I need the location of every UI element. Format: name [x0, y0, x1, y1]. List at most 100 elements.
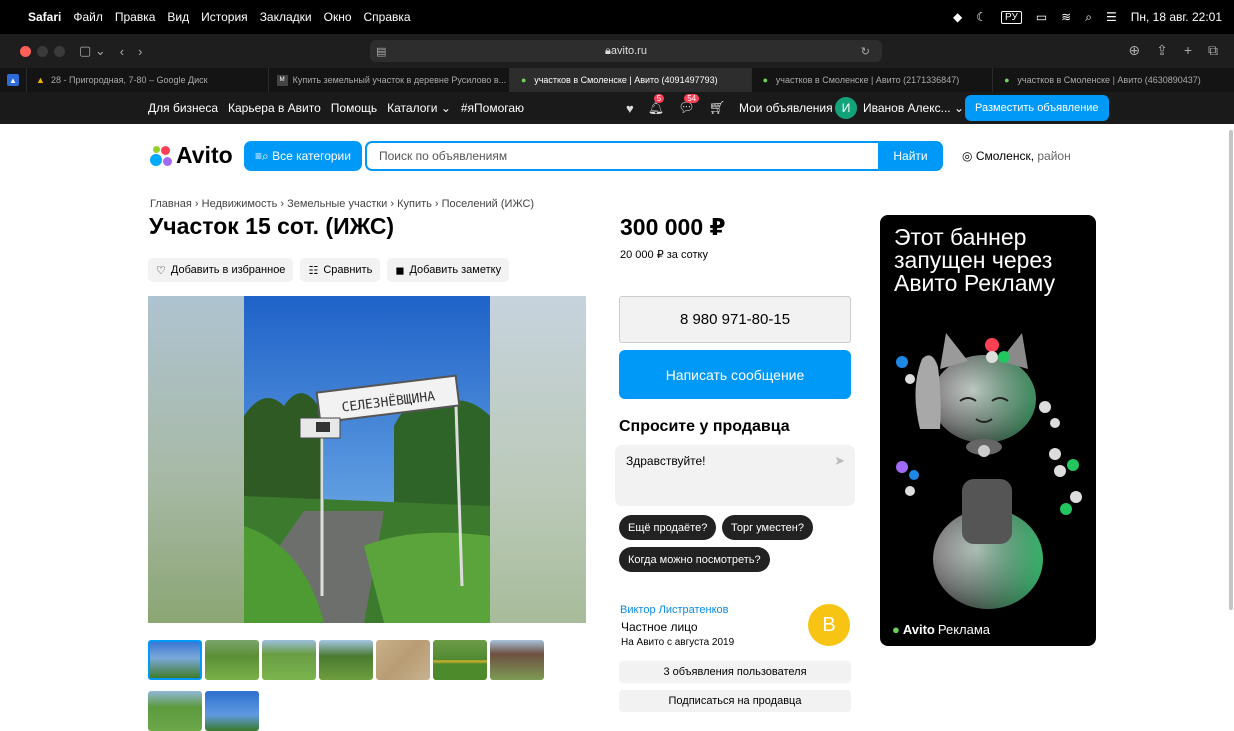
favorites-heart-icon[interactable]: ♥: [626, 101, 634, 116]
seller-ads-button[interactable]: 3 объявления пользователя: [619, 661, 851, 683]
page-scrollbar[interactable]: [1228, 124, 1234, 731]
new-tab-icon[interactable]: +: [1184, 42, 1192, 59]
thumbnail[interactable]: [205, 640, 259, 680]
photo-gallery[interactable]: СЕЛЕЗНЁВЩИНА: [148, 296, 586, 623]
messages-icon[interactable]: 💬︎ 54: [678, 94, 700, 116]
moon-icon[interactable]: ☾: [976, 10, 987, 24]
write-message-button[interactable]: Написать сообщение: [619, 350, 851, 399]
listing-price: 300 000 ₽: [620, 214, 726, 240]
link-business[interactable]: Для бизнеса: [148, 101, 218, 115]
minimize-window-button[interactable]: [37, 45, 48, 57]
listing-title: Участок 15 сот. (ИЖС): [149, 213, 395, 239]
page-menu-icon[interactable]: ▤: [376, 45, 386, 58]
menu-edit[interactable]: Правка: [115, 10, 156, 24]
back-icon[interactable]: ‹: [120, 44, 124, 59]
user-menu[interactable]: И Иванов Алекс... ⌄: [835, 97, 964, 119]
notifications-bell-icon[interactable]: 🔔︎ 5: [648, 94, 664, 116]
subscribe-seller-button[interactable]: Подписаться на продавца: [619, 690, 851, 712]
quick-question-chip[interactable]: Ещё продаёте?: [619, 515, 717, 540]
link-help[interactable]: Помощь: [331, 101, 377, 115]
add-note-button[interactable]: ◼ Добавить заметку: [387, 258, 510, 282]
main-photo[interactable]: СЕЛЕЗНЁВЩИНА: [244, 296, 490, 623]
site-favicon-icon: M: [276, 74, 288, 86]
send-arrow-icon[interactable]: ➤: [834, 453, 845, 469]
input-language-badge[interactable]: РУ: [1001, 10, 1022, 24]
menu-app-name[interactable]: Safari: [28, 10, 61, 24]
post-ad-button[interactable]: Разместить объявление: [965, 95, 1109, 121]
control-icon[interactable]: ◆: [953, 10, 962, 24]
scrollbar-thumb[interactable]: [1229, 130, 1233, 610]
search-placeholder: Поиск по объявлениям: [379, 149, 508, 163]
thumbnail[interactable]: [148, 691, 202, 731]
price-per-sotka: 20 000 ₽ за сотку: [620, 249, 708, 261]
seller-name-link[interactable]: Виктор Листратенков: [620, 604, 729, 616]
menu-help[interactable]: Справка: [364, 10, 411, 24]
zoom-window-button[interactable]: [54, 45, 65, 57]
thumbnail[interactable]: [262, 640, 316, 680]
tab-overview-icon[interactable]: ⧉: [1208, 42, 1218, 59]
ask-seller-draft: Здравствуйте!: [626, 454, 706, 468]
reload-icon[interactable]: ↻: [861, 45, 870, 58]
link-ya-pomogayu[interactable]: #яПомогаю: [461, 101, 524, 115]
share-icon[interactable]: ⇪: [1156, 42, 1168, 59]
avito-logo-dots-icon: [150, 145, 172, 166]
thumbnail[interactable]: [490, 640, 544, 680]
cart-icon[interactable]: 🛒︎: [709, 100, 726, 116]
avito-logo[interactable]: Avito: [150, 142, 233, 169]
ad-banner[interactable]: Этот баннер запущен через Авито Рекламу: [880, 215, 1096, 646]
thumbnail[interactable]: [433, 640, 487, 680]
address-url: avito.ru: [610, 45, 647, 57]
quick-question-chip[interactable]: Торг уместен?: [722, 515, 813, 540]
window-controls: [20, 45, 65, 57]
sidebar-toggle-icon[interactable]: ▢ ⌄: [79, 43, 106, 59]
menu-window[interactable]: Окно: [324, 10, 352, 24]
thumbnail[interactable]: [205, 691, 259, 731]
compare-button[interactable]: ☷ Сравнить: [300, 258, 381, 282]
link-catalogs[interactable]: Каталоги ⌄: [387, 101, 451, 115]
menubar-clock[interactable]: Пн, 18 авг. 22:01: [1131, 10, 1222, 24]
downloads-icon[interactable]: ⊕: [1128, 42, 1140, 59]
listing-actions: ♡ Добавить в избранное ☷ Сравнить ◼ Доба…: [148, 258, 510, 282]
forward-icon[interactable]: ›: [138, 44, 142, 59]
thumbnail[interactable]: [319, 640, 373, 680]
thumbnail[interactable]: [376, 640, 430, 680]
all-categories-button[interactable]: ≡⌕ Все категории: [244, 141, 362, 171]
tab-label: 28 - Пригородная, 7-80 – Google Диск: [51, 75, 208, 85]
tab-avito-active[interactable]: ● участков в Смоленске | Авито (40914977…: [509, 68, 751, 92]
menu-bookmarks[interactable]: Закладки: [260, 10, 312, 24]
show-phone-button[interactable]: 8 980 971-80-15: [619, 296, 851, 343]
tab-google-drive[interactable]: ▲ 28 - Пригородная, 7-80 – Google Диск: [26, 68, 268, 92]
spotlight-search-icon[interactable]: ⌕: [1085, 10, 1092, 25]
menu-history[interactable]: История: [201, 10, 248, 24]
all-categories-label: Все категории: [272, 149, 351, 163]
avito-topbar: Для бизнеса Карьера в Авито Помощь Катал…: [0, 92, 1234, 124]
google-drive-icon: ▲: [36, 75, 45, 85]
pinned-tab-icon: ▲: [7, 74, 19, 86]
location-selector[interactable]: ◎ Смоленск, район: [962, 149, 1071, 163]
battery-icon[interactable]: ▭: [1036, 10, 1047, 24]
add-to-favorites-button[interactable]: ♡ Добавить в избранное: [148, 258, 294, 282]
address-bar[interactable]: ▤ 🔒︎ avito.ru ↻: [370, 40, 882, 62]
lucky-cat-illustration: [896, 333, 1082, 609]
control-center-icon[interactable]: ☰: [1106, 10, 1117, 24]
link-career[interactable]: Карьера в Авито: [228, 101, 321, 115]
close-window-button[interactable]: [20, 45, 31, 57]
seller-avatar[interactable]: В: [808, 604, 850, 646]
breadcrumb[interactable]: Главная › Недвижимость › Земельные участ…: [150, 198, 534, 210]
search-input[interactable]: Поиск по объявлениям: [365, 141, 878, 171]
location-city: Смоленск,: [975, 149, 1035, 163]
menu-view[interactable]: Вид: [167, 10, 189, 24]
menu-file[interactable]: Файл: [73, 10, 103, 24]
wifi-icon[interactable]: ≋: [1061, 10, 1071, 24]
thumbnail[interactable]: [148, 640, 202, 680]
note-icon: ◼: [395, 264, 405, 277]
tab-rusilovo[interactable]: M Купить земельный участок в деревне Рус…: [267, 68, 510, 92]
quick-question-chip[interactable]: Когда можно посмотреть?: [619, 547, 770, 572]
find-button[interactable]: Найти: [878, 141, 943, 171]
tab-avito-3[interactable]: ● участков в Смоленске | Авито (46308904…: [992, 68, 1234, 92]
tab-avito-2[interactable]: ● участков в Смоленске | Авито (21713368…: [750, 68, 993, 92]
my-ads-link[interactable]: Мои объявления: [739, 101, 833, 115]
ask-seller-input[interactable]: Здравствуйте! ➤: [615, 445, 855, 506]
gallery-blur-left: [148, 296, 244, 623]
pinned-tab[interactable]: ▲: [0, 68, 26, 92]
